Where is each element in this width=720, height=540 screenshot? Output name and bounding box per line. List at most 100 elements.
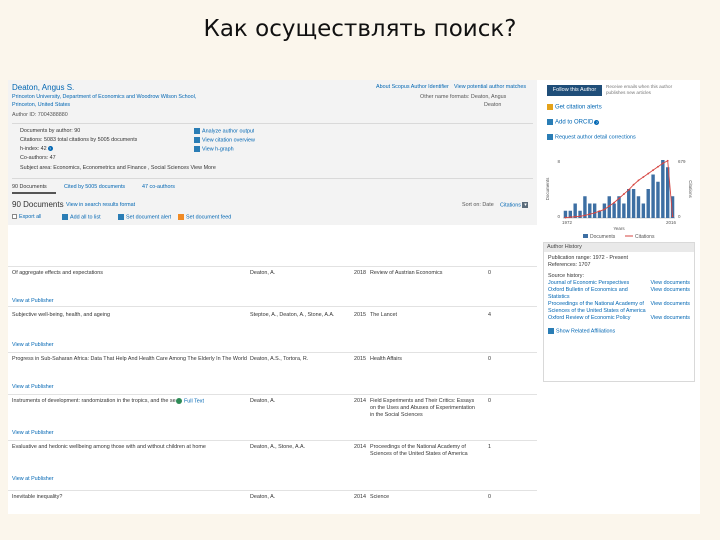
doc-source[interactable]: Proceedings of the National Academy of S…	[370, 444, 480, 466]
doc-title[interactable]: Inevitable inequality?	[12, 494, 248, 501]
other-name-formats-2: Deaton	[484, 102, 502, 108]
affiliation-line-2[interactable]: Princeton, United States	[12, 102, 70, 109]
doc-source[interactable]: Field Experiments and Their Critics: Ess…	[370, 398, 480, 426]
line-point	[574, 215, 577, 218]
bar	[646, 189, 650, 218]
view-at-publisher[interactable]: View at Publisher	[12, 342, 54, 349]
tab-co-authors[interactable]: 47 co-authors	[142, 184, 175, 191]
line-point	[564, 216, 567, 219]
view-documents-link[interactable]: View documents	[651, 315, 690, 322]
source-name[interactable]: Proceedings of the National Academy of S…	[548, 301, 648, 315]
citation-overview-link[interactable]: View citation overview	[194, 137, 255, 144]
y-axis-label: Documents	[545, 177, 550, 201]
doc-cited[interactable]: 0	[488, 356, 491, 363]
view-at-publisher[interactable]: View at Publisher	[12, 298, 54, 305]
references-count[interactable]: References: 1707	[548, 262, 690, 269]
doc-year: 2018	[354, 270, 366, 276]
bar	[592, 203, 597, 218]
line-point	[627, 188, 630, 191]
line-point	[622, 193, 625, 195]
chevron-down-icon: ▾	[522, 202, 529, 208]
co-authors-count[interactable]: Co-authors: 47	[20, 155, 56, 162]
affiliation-icon	[548, 328, 554, 335]
view-at-publisher[interactable]: View at Publisher	[12, 384, 54, 391]
set-document-feed[interactable]: Set document feed	[178, 214, 231, 221]
select-all-checkbox[interactable]	[12, 214, 17, 220]
slide-title: Как осуществлять поиск?	[203, 16, 517, 42]
doc-title[interactable]: Subjective well-being, health, and agein…	[12, 312, 252, 319]
view-at-publisher[interactable]: View at Publisher	[12, 476, 54, 483]
source-name[interactable]: Oxford Review of Economic Policy	[548, 315, 648, 322]
affiliation-line-1[interactable]: Princeton University, Department of Econ…	[12, 94, 196, 101]
help-icon[interactable]: ?	[47, 146, 53, 152]
author-history-panel: Author History Publication range: 1972 -…	[543, 242, 695, 382]
follow-author-button[interactable]: Follow this Author	[547, 85, 602, 96]
line-point	[657, 165, 659, 168]
bell-icon	[547, 104, 553, 110]
doc-cited[interactable]: 0	[488, 270, 491, 277]
request-correction[interactable]: Request author detail corrections	[547, 134, 636, 142]
set-document-alert[interactable]: Set document alert	[118, 214, 171, 221]
h-graph-link[interactable]: View h-graph	[194, 146, 234, 153]
get-citation-alerts[interactable]: Get citation alerts	[547, 104, 602, 112]
doc-year: 2014	[354, 444, 366, 450]
doc-authors: Steptoe, A., Deaton, A., Stone, A.A.	[250, 312, 335, 318]
edit-icon	[547, 134, 553, 140]
doc-authors: Deaton, A.	[250, 270, 276, 276]
tab-cited-by[interactable]: Cited by 5005 documents	[64, 184, 125, 191]
doc-source[interactable]: The Lancet	[370, 312, 480, 319]
view-documents-link[interactable]: View documents	[651, 301, 690, 315]
rss-icon	[178, 214, 184, 220]
line-point	[584, 214, 586, 217]
add-all-to-list[interactable]: Add all to list	[62, 214, 101, 221]
h-graph-icon	[194, 146, 200, 152]
export-all[interactable]: Export all	[12, 214, 41, 221]
doc-title[interactable]: Evaluative and hedonic wellbeing among t…	[12, 444, 248, 451]
help-icon[interactable]: ?	[594, 119, 600, 125]
results-count: 90 Documents	[12, 200, 64, 209]
bar	[627, 189, 631, 218]
about-author-id-link[interactable]: About Scopus Author Identifier	[376, 84, 449, 91]
doc-source[interactable]: Health Affairs	[370, 356, 480, 363]
doc-cited[interactable]: 1	[488, 444, 491, 451]
follow-note: Receive emails when this author publishe…	[606, 84, 673, 95]
potential-matches-link[interactable]: View potential author matches	[454, 84, 526, 91]
y-tick-label: 0	[557, 214, 560, 219]
citations-total: Citations: 5083 total citations by 5005 …	[20, 137, 138, 143]
subject-area: Subject area: Economics, Econometrics an…	[20, 165, 216, 171]
documents-count: Documents by author: 90	[20, 128, 81, 134]
doc-title[interactable]: Progress in Sub-Saharan Africa: Data Tha…	[12, 356, 248, 370]
sort-select[interactable]: Citations ▾	[500, 202, 529, 209]
doc-authors: Deaton, A.	[250, 398, 276, 404]
doc-cited[interactable]: 0	[488, 398, 491, 405]
view-documents-link[interactable]: View documents	[651, 280, 690, 287]
line-point	[579, 215, 581, 218]
legend-swatch-documents	[583, 234, 588, 238]
tab-documents[interactable]: 90 Documents	[12, 184, 47, 191]
doc-year: 2014	[354, 398, 366, 404]
source-history-label: Source history:	[548, 273, 584, 280]
show-related-affiliations[interactable]: Show Related Affiliations	[548, 328, 690, 335]
full-text-badge[interactable]: Full Text	[176, 398, 204, 405]
line-point	[642, 176, 645, 178]
source-name[interactable]: Journal of Economic Perspectives	[548, 280, 648, 287]
legend-label-citations: Citations	[635, 234, 655, 240]
line-point	[637, 179, 640, 182]
doc-cited[interactable]: 0	[488, 494, 491, 501]
author-history-body: Publication range: 1972 - Present Refere…	[544, 252, 694, 339]
doc-source[interactable]: Review of Austrian Economics	[370, 270, 480, 277]
chart-svg: 8067901972 2016YearsDocuments CitationsDoc…	[545, 159, 693, 240]
view-in-search-results-link[interactable]: View in search results format	[66, 202, 135, 209]
view-at-publisher[interactable]: View at Publisher	[12, 430, 54, 437]
doc-source[interactable]: Science	[370, 494, 480, 501]
view-documents-link[interactable]: View documents	[651, 287, 690, 301]
doc-cited[interactable]: 4	[488, 312, 491, 319]
bar	[641, 203, 646, 218]
doc-title[interactable]: Of aggregate effects and expectations	[12, 270, 252, 277]
source-name[interactable]: Oxford Bulletin of Economics and Statist…	[548, 287, 648, 301]
doc-title[interactable]: Instruments of development: randomizatio…	[12, 398, 176, 405]
add-to-orcid[interactable]: Add to ORCID?	[547, 119, 600, 127]
doc-authors: Deaton, A., Stone, A.A.	[250, 444, 306, 450]
analyze-author-output[interactable]: Analyze author output	[194, 128, 254, 135]
citation-overview-icon	[194, 137, 200, 143]
